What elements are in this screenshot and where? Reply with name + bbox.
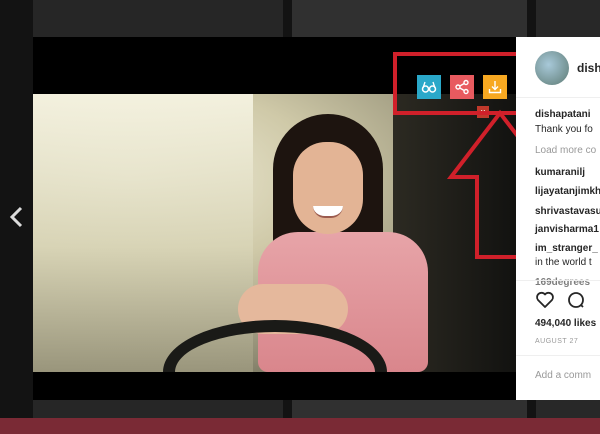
previous-post-arrow-icon[interactable] bbox=[9, 206, 25, 228]
avatar[interactable] bbox=[535, 51, 569, 85]
caption-text: Thank you fo bbox=[535, 124, 593, 135]
bottom-bar bbox=[0, 418, 600, 434]
load-more-comments-link[interactable]: Load more co bbox=[535, 145, 596, 156]
comment-user[interactable]: im_stranger_ bbox=[535, 243, 598, 254]
add-comment-input[interactable]: Add a comm bbox=[535, 370, 591, 381]
comment-text: in the world t bbox=[535, 257, 592, 268]
post-modal: x dishapatani dishapatani Thank you fo L… bbox=[33, 37, 600, 400]
comment-user[interactable]: janvisharma1 bbox=[535, 224, 599, 235]
comment-icon[interactable] bbox=[566, 290, 586, 310]
comment-user[interactable]: kumaranilj bbox=[535, 167, 585, 178]
post-username[interactable]: dishapatani bbox=[577, 61, 600, 75]
post-media[interactable]: x bbox=[33, 37, 554, 400]
post-date: AUGUST 27 bbox=[535, 338, 579, 345]
comment-user[interactable]: 169degrees bbox=[535, 277, 590, 288]
highlight-box bbox=[393, 52, 524, 115]
like-count[interactable]: 494,040 likes bbox=[535, 318, 596, 329]
post-sidebar: dishapatani dishapatani Thank you fo Loa… bbox=[516, 37, 600, 400]
caption-author[interactable]: dishapatani bbox=[535, 109, 591, 120]
heart-icon[interactable] bbox=[535, 290, 555, 310]
comment-user[interactable]: lijayatanjimkh bbox=[535, 186, 600, 197]
comment-user[interactable]: shrivastavasu bbox=[535, 206, 600, 217]
